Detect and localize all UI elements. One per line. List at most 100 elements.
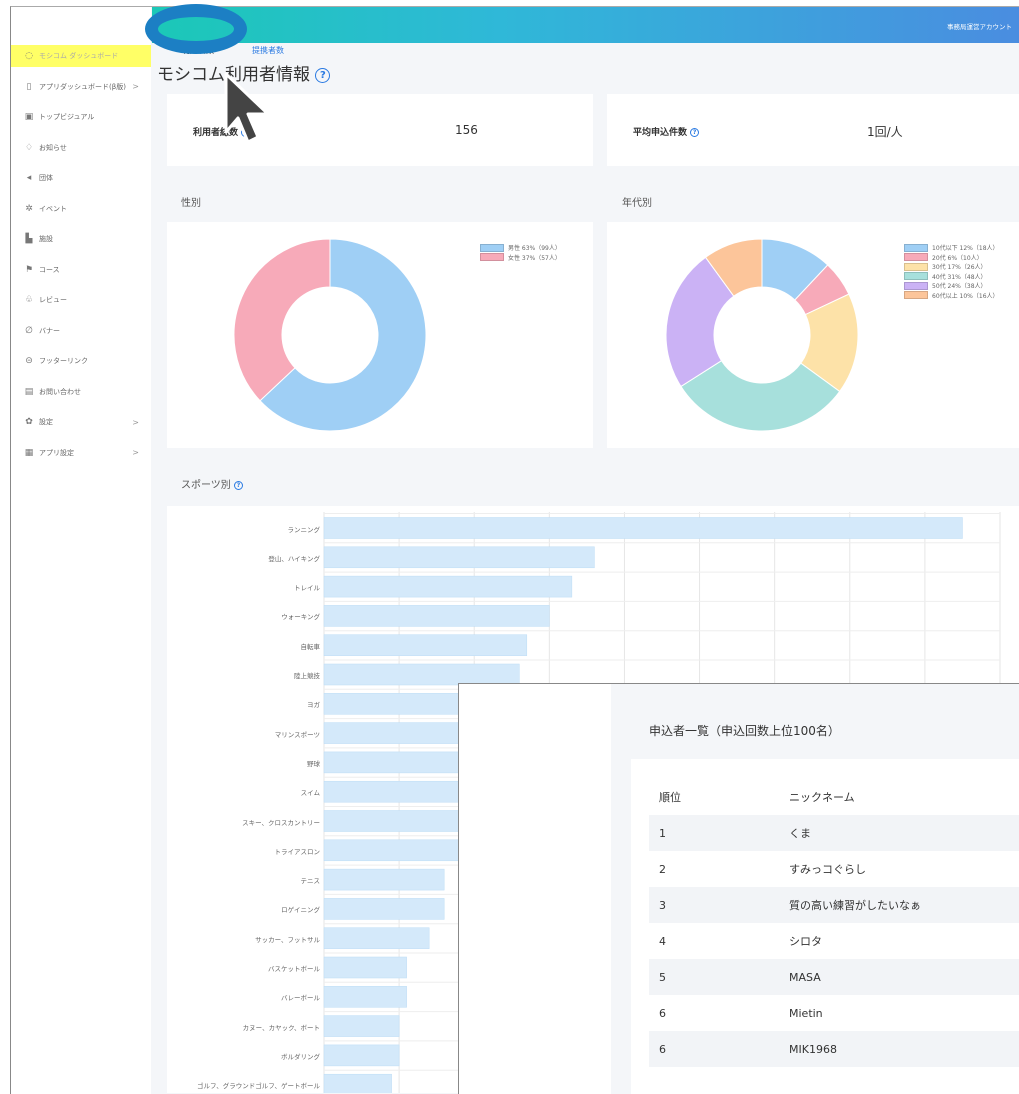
legend-label: 20代 6%（10人） (932, 254, 983, 262)
table-row[interactable]: 3 質の高い練習がしたいなぁ (649, 887, 1019, 923)
sports-bar[interactable] (323, 663, 520, 686)
sidebar-item[interactable]: ▦ アプリ設定 > (11, 442, 151, 464)
legend-item[interactable]: 20代 6%（10人） (904, 253, 983, 262)
column-header-rank: 順位 (659, 791, 681, 804)
nickname-cell: Mietin (789, 1006, 823, 1020)
help-icon[interactable]: ? (234, 480, 243, 490)
sidebar-item[interactable]: ▣ トップビジュアル (11, 106, 151, 128)
sidebar-item-label: レビュー (39, 296, 67, 304)
applicants-table: 順位 ニックネーム 1 くま 2 すみっコぐらし 3 質の高い練習がしたいなぁ 4 シロタ 5 M… (631, 759, 1019, 1094)
sports-bar[interactable] (323, 956, 407, 979)
legend-item[interactable]: 男性 63%（99人） (480, 243, 561, 252)
clip-icon: ∅ (25, 325, 33, 336)
table-row[interactable]: 4 シロタ (649, 923, 1019, 959)
nickname-cell: MIK1968 (789, 1042, 837, 1056)
bell-icon: ♢ (24, 142, 34, 153)
sidebar-item[interactable]: ♧ レビュー (11, 289, 151, 311)
sidebar-item-label: 施設 (39, 235, 53, 243)
total-users-value: 156 (455, 123, 478, 137)
legend-swatch (904, 272, 928, 280)
sidebar-item-label: モシコム ダッシュボード (39, 52, 119, 60)
sidebar-item[interactable]: ▙ 施設 (11, 228, 151, 250)
legend-item[interactable]: 40代 31%（48人） (904, 272, 987, 281)
sports-bar[interactable] (323, 927, 430, 949)
legend-label: 10代以下 12%（18人） (932, 245, 999, 252)
sports-category-label: 登山、ハイキング (268, 554, 320, 563)
sports-bar[interactable] (323, 898, 445, 920)
sidebar-item[interactable]: ⊝ フッターリンク (11, 350, 151, 372)
sports-bar[interactable] (323, 517, 963, 539)
table-row[interactable]: 5 MASA (649, 959, 1019, 995)
legend-label: 女性 37%（57人） (508, 254, 561, 262)
applicants-window-sidebar (459, 684, 611, 1094)
sports-section-title: スポーツ別 ? (181, 476, 243, 491)
sidebar-item-label: イベント (39, 204, 67, 213)
sports-bar[interactable] (323, 575, 573, 598)
sidebar-item[interactable]: ▯ アプリダッシュボード(β版) > (11, 76, 151, 98)
megaphone-icon: ◂ (26, 173, 32, 183)
sports-bar[interactable] (323, 868, 445, 891)
column-header-nickname: ニックネーム (789, 791, 855, 804)
sports-bar[interactable] (323, 839, 475, 862)
sports-category-label: ボルダリング (281, 1052, 320, 1061)
rank-cell: 5 (659, 970, 666, 984)
sports-bar[interactable] (323, 1073, 392, 1093)
rank-cell: 6 (659, 1006, 666, 1020)
rank-cell: 3 (659, 898, 666, 912)
stat-card-average: 平均申込件数 ? 1回/人 (607, 94, 1019, 166)
mail-icon: ▤ (24, 386, 34, 397)
rank-cell: 2 (659, 862, 666, 876)
top-bar: 事務局運営アカウント (152, 7, 1019, 43)
sports-bar[interactable] (323, 986, 407, 1008)
average-applications-label-text: 平均申込件数 (633, 128, 688, 138)
sidebar-item[interactable]: ◂ 団体 (11, 167, 151, 189)
nickname-cell: MASA (789, 970, 821, 984)
building-icon: ▙ (25, 234, 33, 244)
tab-partners[interactable]: 提携者数 (252, 45, 284, 56)
table-header-row: 順位 ニックネーム (649, 779, 1019, 815)
sports-bar[interactable] (323, 1044, 400, 1067)
sports-bar[interactable] (323, 634, 528, 656)
age-chart-card: 10代以下 12%（18人） 20代 6%（10人） 30代 17%（26人） 40代… (607, 222, 1019, 448)
gear-icon: ✿ (25, 417, 33, 427)
sidebar-item-label: アプリダッシュボード(β版) (39, 82, 126, 91)
gender-section-title: 性別 (181, 198, 201, 209)
rank-cell: 6 (659, 1042, 666, 1056)
sidebar-item[interactable]: ◌ モシコム ダッシュボード (11, 45, 151, 67)
sidebar-item[interactable]: ✲ イベント (11, 198, 151, 220)
table-row[interactable]: 6 Mietin (649, 995, 1019, 1031)
sidebar-item[interactable]: ∅ バナー (11, 320, 151, 342)
legend-item[interactable]: 50代 24%（38人） (904, 281, 987, 290)
donut-slice[interactable] (233, 238, 331, 402)
nickname-cell: シロタ (789, 935, 822, 948)
help-icon[interactable]: ? (315, 67, 331, 83)
sidebar-item[interactable]: ⚑ コース (11, 259, 151, 281)
legend-label: 男性 63%（99人） (508, 245, 561, 252)
sports-category-label: バレーボール (281, 994, 320, 1003)
mobile-icon: ▯ (26, 81, 32, 92)
sidebar: ◌ モシコム ダッシュボード ▯ アプリダッシュボード(β版) > ▣ トップビジュアル ♢ お… (11, 7, 151, 1094)
legend-item[interactable]: 女性 37%（57人） (480, 253, 561, 262)
sports-bar[interactable] (323, 605, 550, 627)
sidebar-item[interactable]: ▤ お問い合わせ (11, 381, 151, 403)
sports-bar[interactable] (323, 1015, 400, 1037)
table-row[interactable]: 6 MIK1968 (649, 1031, 1019, 1067)
help-icon[interactable]: ? (690, 128, 700, 137)
sports-bar[interactable] (323, 546, 595, 569)
account-menu[interactable]: 事務局運営アカウント (947, 21, 1012, 31)
sidebar-item-label: 団体 (39, 174, 53, 182)
image-icon: ▣ (24, 112, 34, 122)
sports-category-label: トレイル (294, 584, 320, 593)
table-row[interactable]: 2 すみっコぐらし (649, 851, 1019, 887)
legend-swatch (904, 291, 928, 299)
legend-item[interactable]: 60代以上 10%（16人） (904, 291, 999, 300)
legend-item[interactable]: 10代以下 12%（18人） (904, 243, 999, 252)
legend-item[interactable]: 30代 17%（26人） (904, 262, 987, 271)
table-row[interactable]: 1 くま (649, 815, 1019, 851)
sidebar-item[interactable]: ✿ 設定 > (11, 411, 151, 433)
sidebar-item[interactable]: ♢ お知らせ (11, 137, 151, 159)
nickname-cell: すみっコぐらし (789, 863, 866, 876)
rank-cell: 4 (659, 934, 666, 948)
legend-swatch (904, 281, 928, 290)
sidebar-item-label: コース (39, 265, 60, 274)
